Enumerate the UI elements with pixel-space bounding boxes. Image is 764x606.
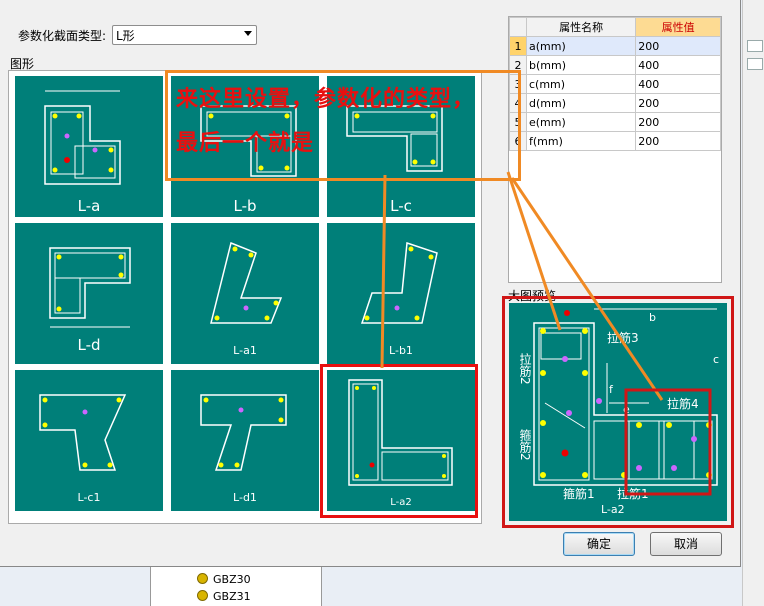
annotation-pointer-line bbox=[510, 177, 664, 401]
annotation-text: 最后一个就是 bbox=[176, 131, 315, 156]
annotation-pointer-line bbox=[380, 174, 387, 369]
tie4-highlight-box bbox=[624, 388, 712, 496]
annotation-box: 来这里设置，参数化的类型， 最后一个就是 bbox=[165, 70, 521, 181]
annotation-text: 来这里设置，参数化的类型， bbox=[176, 87, 476, 112]
annotation-pointer-line bbox=[506, 171, 562, 331]
